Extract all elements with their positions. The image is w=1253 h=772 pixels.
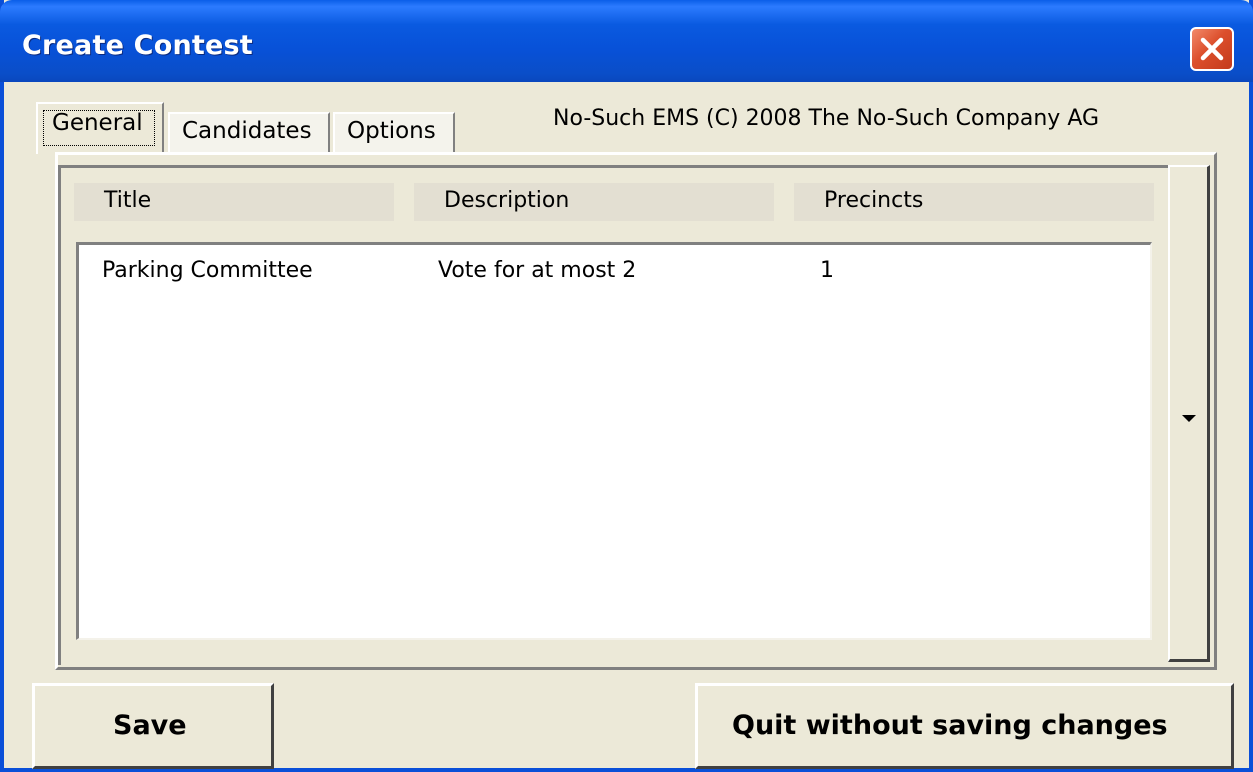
table-cell-description[interactable]: Vote for at most 2: [438, 258, 636, 283]
column-header-title[interactable]: Title: [74, 183, 394, 221]
tab-options-label: Options: [347, 118, 436, 144]
chevron-down-icon: [1182, 415, 1196, 422]
column-header-description[interactable]: Description: [414, 183, 774, 221]
table-cell-title[interactable]: Parking Committee: [102, 258, 313, 283]
close-button[interactable]: [1190, 27, 1234, 71]
contest-list[interactable]: [76, 242, 1152, 640]
tab-general-label: General: [52, 110, 143, 136]
column-header-precincts[interactable]: Precincts: [794, 183, 1154, 221]
copyright-text: No-Such EMS (C) 2008 The No-Such Company…: [553, 106, 1100, 131]
table-cell-precincts[interactable]: 1: [820, 258, 834, 283]
tab-candidates-label: Candidates: [182, 118, 312, 144]
title-bar[interactable]: Create Contest: [0, 0, 1253, 82]
tab-options[interactable]: Options: [333, 112, 455, 152]
tab-candidates[interactable]: Candidates: [168, 112, 330, 152]
quit-without-saving-button[interactable]: Quit without saving changes: [695, 683, 1234, 769]
window-title: Create Contest: [22, 30, 253, 61]
save-button-label: Save: [113, 710, 187, 741]
tab-general[interactable]: General: [36, 102, 164, 154]
close-icon: [1200, 37, 1224, 61]
quit-button-label: Quit without saving changes: [732, 710, 1168, 741]
scroll-down-button[interactable]: [1168, 165, 1210, 662]
save-button[interactable]: Save: [32, 683, 274, 769]
